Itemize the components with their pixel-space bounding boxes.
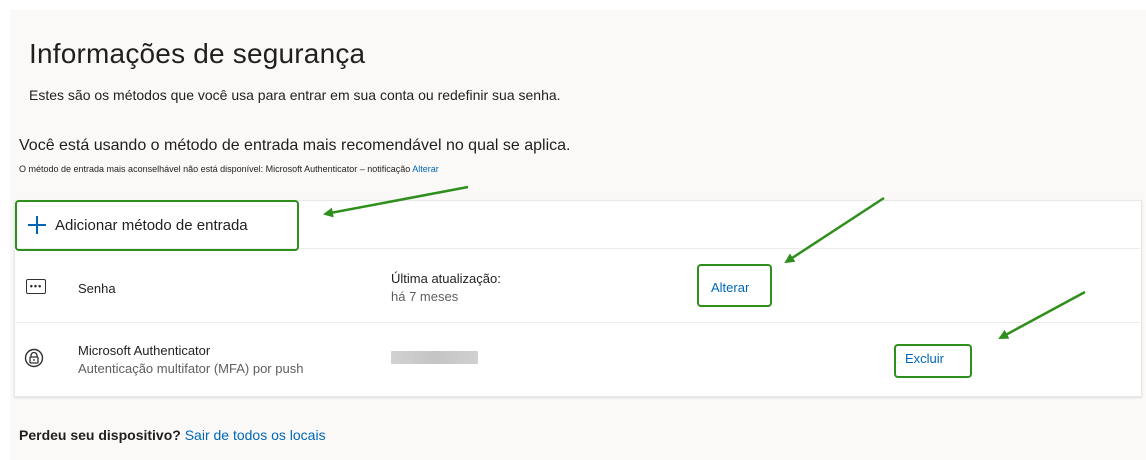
method-name-authenticator: Microsoft Authenticator <box>78 343 211 358</box>
redacted-device-name <box>391 351 478 364</box>
method-name-password: Senha <box>78 281 116 296</box>
page-subtitle: Estes são os métodos que você usa para e… <box>29 87 561 103</box>
recommendation-change-link[interactable]: Alterar <box>412 164 439 174</box>
lost-device-row: Perdeu seu dispositivo? Sair de todos os… <box>19 427 326 443</box>
last-updated-label: Última atualização: <box>391 271 501 286</box>
recommendation-note-text: O método de entrada mais aconselhável nã… <box>19 164 411 174</box>
change-highlight <box>697 264 772 307</box>
method-subtitle-authenticator: Autenticação multifator (MFA) por push <box>78 361 304 376</box>
add-method-highlight <box>15 200 299 251</box>
sign-out-everywhere-link[interactable]: Sair de todos os locais <box>185 427 326 443</box>
authenticator-lock-icon <box>24 348 44 368</box>
method-row-password <box>14 249 1140 323</box>
recommendation-note: O método de entrada mais aconselhável nã… <box>19 164 439 174</box>
lost-device-question: Perdeu seu dispositivo? <box>19 427 181 443</box>
page-title: Informações de segurança <box>29 38 366 69</box>
recommendation-text: Você está usando o método de entrada mai… <box>19 137 571 154</box>
password-dots-icon: ••• <box>26 279 46 294</box>
delete-highlight <box>894 344 972 378</box>
last-updated-value: há 7 meses <box>391 289 459 304</box>
